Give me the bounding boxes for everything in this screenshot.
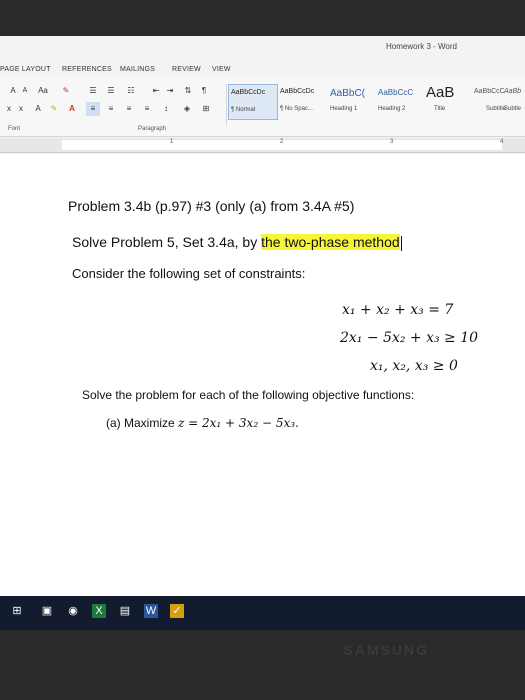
ruler-number: 2 <box>280 139 284 145</box>
line-spacing-icon[interactable]: ↕ <box>160 102 172 116</box>
pilcrow-icon[interactable]: ¶ <box>198 84 210 98</box>
shading-icon[interactable]: ◈ <box>180 102 194 116</box>
text-cursor <box>400 235 402 251</box>
font-color-button[interactable]: A <box>66 102 78 116</box>
style-sample: AaBbCcDc <box>280 88 315 95</box>
chrome-icon[interactable]: ◉ <box>66 604 80 618</box>
tab-page-layout[interactable]: PAGE LAYOUT <box>0 66 51 73</box>
highlighter-icon[interactable]: ✎ <box>48 102 60 116</box>
solve-instruction: Solve Problem 5, Set 3.4a, by the two-ph… <box>72 234 402 251</box>
style-heading-2[interactable]: AaBbCcC Heading 2 <box>376 84 424 118</box>
highlighted-text: the two-phase method <box>261 234 400 250</box>
multilevel-list-icon[interactable]: ☷ <box>124 84 138 98</box>
style-sample: AaBbCcC <box>378 88 414 97</box>
windows-start-icon[interactable]: ⊞ <box>10 604 24 618</box>
constraint-equation-1: x₁ + x₂ + x₃ = 7 <box>342 302 454 318</box>
style-label: ¶ Normal <box>231 107 256 113</box>
style-label: Heading 1 <box>330 106 358 112</box>
justify-icon[interactable]: ≡ <box>140 102 154 116</box>
change-case-button[interactable]: Aa <box>36 84 50 98</box>
window-title: Homework 3 - Word <box>386 42 457 51</box>
taskbar: ⊞ ▣ ◉ X ▤ W ✓ <box>0 596 525 630</box>
superscript-button[interactable]: x <box>16 102 26 116</box>
style-label: Subtle <box>504 106 522 112</box>
style-heading-1[interactable]: AaBbC( Heading 1 <box>328 84 376 118</box>
borders-icon[interactable]: ⊞ <box>200 102 212 116</box>
ruler-number: 3 <box>390 139 394 145</box>
align-center-icon[interactable]: ≡ <box>104 102 118 116</box>
text-effects-button[interactable]: A <box>32 102 44 116</box>
increase-indent-icon[interactable]: ⇥ <box>164 84 176 98</box>
style-sample: AaBbC( <box>330 88 366 99</box>
ruler-number: 1 <box>170 139 174 145</box>
sort-icon[interactable]: ⇅ <box>182 84 194 98</box>
font-group-label: Font <box>8 126 21 132</box>
constraint-nonnegativity: x₁, x₂, x₃ ≥ 0 <box>370 358 458 374</box>
problem-title: Problem 3.4b (p.97) #3 (only (a) from 3.… <box>68 198 355 214</box>
numbering-icon[interactable]: ☰ <box>104 84 118 98</box>
tab-review[interactable]: REVIEW <box>172 66 201 73</box>
horizontal-ruler[interactable]: 1 2 3 4 <box>0 138 525 153</box>
clear-format-icon[interactable]: ✎ <box>60 84 72 98</box>
ribbon-divider <box>226 84 227 126</box>
part-a-label: (a) Maximize <box>106 416 179 430</box>
tab-references[interactable]: REFERENCES <box>62 66 112 73</box>
check-icon[interactable]: ✓ <box>170 604 184 618</box>
tab-mailings[interactable]: MAILINGS <box>120 66 155 73</box>
part-a: (a) Maximize z = 2x₁ + 3x₂ − 5x₃. <box>106 416 299 430</box>
style-label: Heading 2 <box>378 106 406 112</box>
style-label: ¶ No Spac... <box>280 106 313 112</box>
align-right-icon[interactable]: ≡ <box>122 102 136 116</box>
ribbon-tabs: PAGE LAYOUT REFERENCES MAILINGS REVIEW V… <box>0 64 525 78</box>
style-sample: AaB <box>426 84 455 101</box>
ruler-number: 4 <box>500 139 504 145</box>
title-bar: Homework 3 - Word <box>0 36 525 56</box>
constraint-equation-2: 2x₁ − 5x₂ + x₃ ≥ 10 <box>340 330 479 346</box>
align-left-icon[interactable]: ≡ <box>86 102 100 116</box>
part-a-objective: z = 2x₁ + 3x₂ − 5x₃. <box>178 416 299 430</box>
objective-intro: Solve the problem for each of the follow… <box>82 388 415 402</box>
decrease-indent-icon[interactable]: ⇤ <box>150 84 162 98</box>
bullets-icon[interactable]: ☰ <box>86 84 100 98</box>
style-sample: AaBbCcDc <box>231 89 266 96</box>
word-icon[interactable]: W <box>144 604 158 618</box>
style-sample: AaBbCcC <box>474 88 505 95</box>
file-explorer-icon[interactable]: ▤ <box>118 604 132 618</box>
style-label: Title <box>434 106 446 112</box>
excel-icon[interactable]: X <box>92 604 106 618</box>
monitor-screen: Homework 3 - Word PAGE LAYOUT REFERENCES… <box>0 36 525 596</box>
shrink-font-button[interactable]: A <box>20 84 30 98</box>
style-title[interactable]: AaB Title <box>424 84 472 118</box>
style-sample: AaBb <box>504 88 522 95</box>
style-subtle[interactable]: AaBb Subtle <box>502 84 525 118</box>
tab-view[interactable]: VIEW <box>212 66 231 73</box>
document-page[interactable]: Problem 3.4b (p.97) #3 (only (a) from 3.… <box>0 154 525 596</box>
solve-prefix: Solve Problem 5, Set 3.4a, by <box>72 234 262 250</box>
constraints-intro: Consider the following set of constraint… <box>72 266 306 281</box>
store-icon[interactable]: ▣ <box>40 604 54 618</box>
paragraph-group-label: Paragraph <box>138 126 167 132</box>
style-normal[interactable]: AaBbCcDc ¶ Normal <box>228 84 278 120</box>
subscript-button[interactable]: x <box>4 102 14 116</box>
style-no-spacing[interactable]: AaBbCcDc ¶ No Spac... <box>278 84 326 118</box>
monitor-brand-logo: SAMSUNG <box>343 642 429 658</box>
grow-font-button[interactable]: A <box>8 84 18 98</box>
